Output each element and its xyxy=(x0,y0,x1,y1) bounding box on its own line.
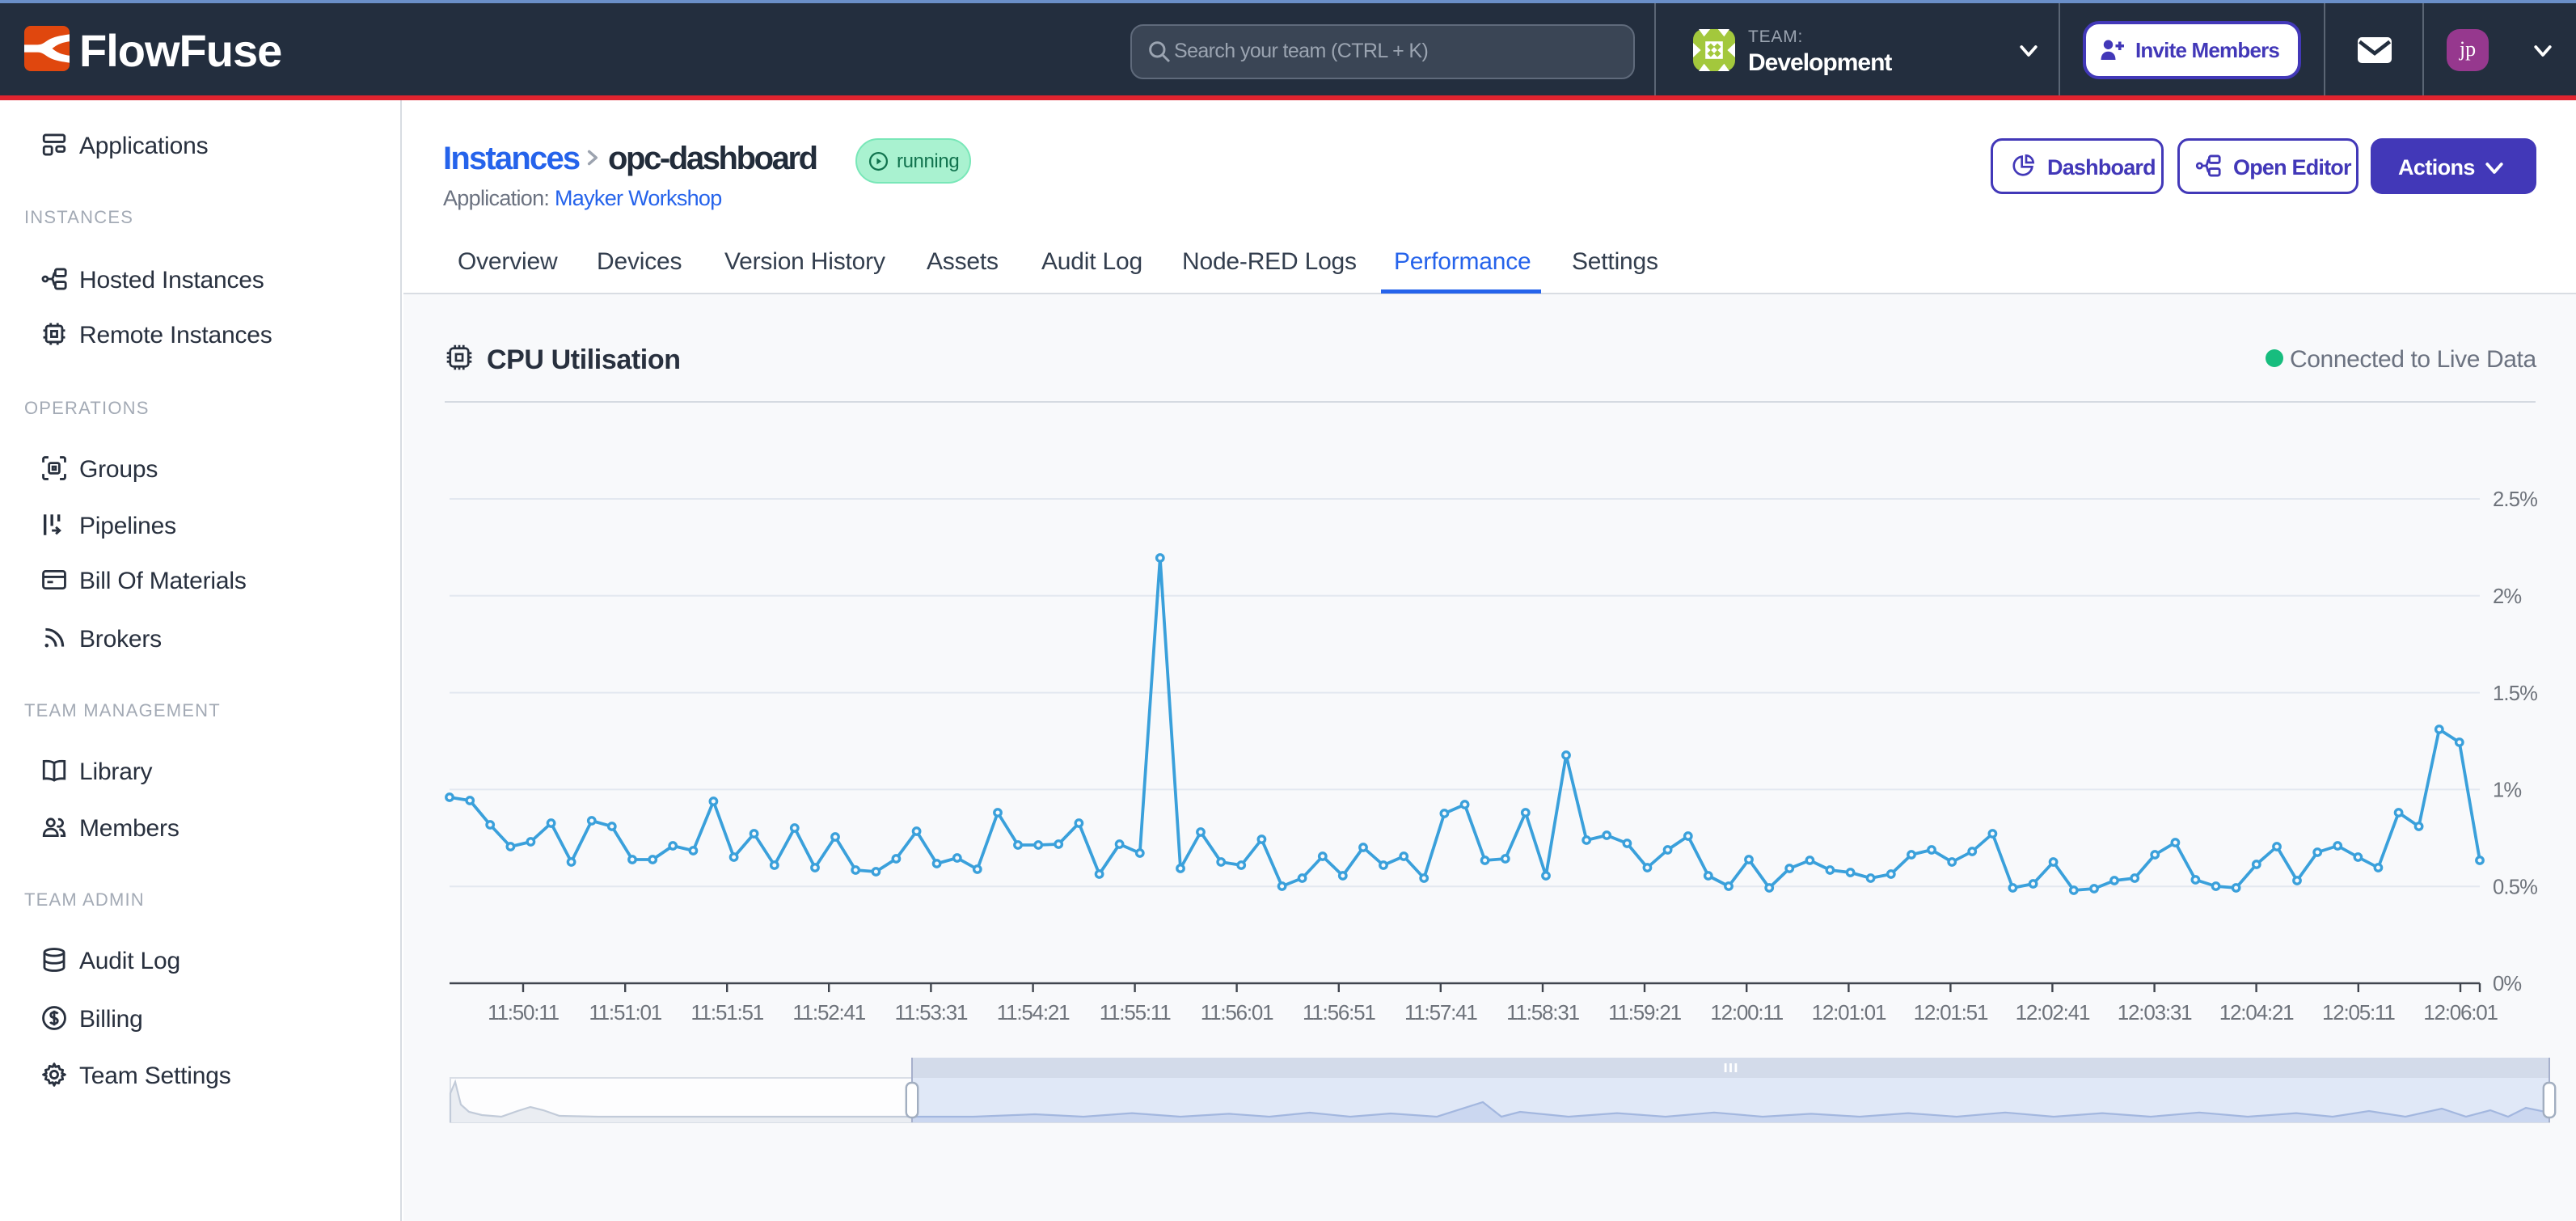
svg-text:11:56:01: 11:56:01 xyxy=(1201,1000,1273,1025)
svg-text:2%: 2% xyxy=(2493,585,2521,608)
svg-text:12:05:11: 12:05:11 xyxy=(2322,1000,2395,1025)
svg-text:11:50:11: 11:50:11 xyxy=(488,1000,559,1025)
svg-text:1%: 1% xyxy=(2493,779,2521,802)
svg-text:11:55:11: 11:55:11 xyxy=(1100,1000,1171,1025)
svg-text:11:51:51: 11:51:51 xyxy=(690,1000,763,1025)
svg-text:0.5%: 0.5% xyxy=(2493,876,2537,898)
svg-text:12:02:41: 12:02:41 xyxy=(2016,1000,2090,1025)
svg-text:12:01:51: 12:01:51 xyxy=(1914,1000,1988,1025)
svg-text:1.5%: 1.5% xyxy=(2493,682,2537,705)
svg-text:2.5%: 2.5% xyxy=(2493,488,2537,511)
svg-text:11:51:01: 11:51:01 xyxy=(589,1000,661,1025)
svg-text:12:00:11: 12:00:11 xyxy=(1710,1000,1783,1025)
svg-text:11:56:51: 11:56:51 xyxy=(1303,1000,1375,1025)
svg-text:12:06:01: 12:06:01 xyxy=(2423,1000,2498,1025)
svg-text:12:04:21: 12:04:21 xyxy=(2219,1000,2294,1025)
svg-text:11:57:41: 11:57:41 xyxy=(1404,1000,1477,1025)
svg-text:11:53:31: 11:53:31 xyxy=(895,1000,968,1025)
svg-text:11:59:21: 11:59:21 xyxy=(1608,1000,1681,1025)
svg-text:11:58:31: 11:58:31 xyxy=(1506,1000,1579,1025)
svg-text:11:54:21: 11:54:21 xyxy=(997,1000,1070,1025)
svg-text:11:52:41: 11:52:41 xyxy=(792,1000,865,1025)
svg-text:12:01:01: 12:01:01 xyxy=(1812,1000,1886,1025)
svg-text:12:03:31: 12:03:31 xyxy=(2118,1000,2192,1025)
svg-text:0%: 0% xyxy=(2493,973,2521,995)
